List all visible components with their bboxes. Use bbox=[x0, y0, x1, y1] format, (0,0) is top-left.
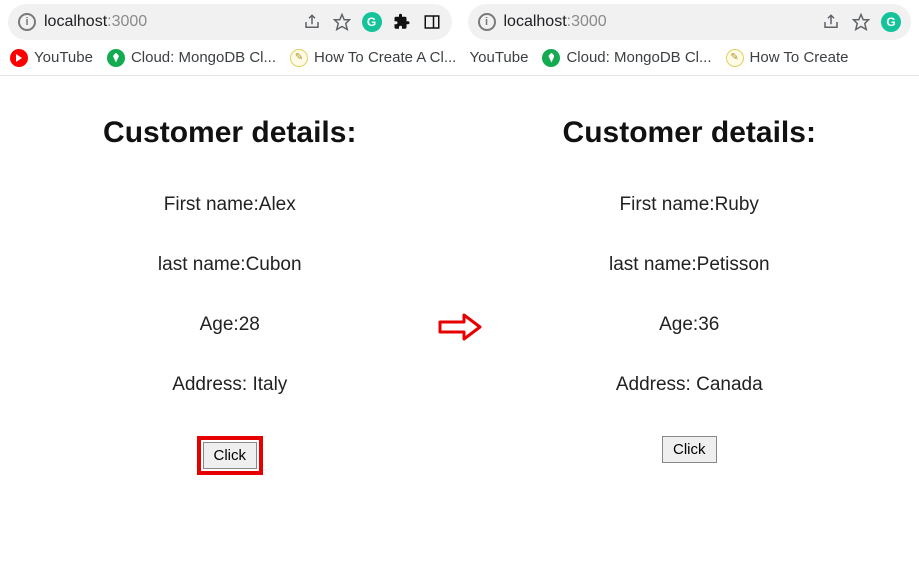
first-name-row: First name:Ruby bbox=[470, 194, 910, 216]
howto-icon bbox=[726, 49, 744, 67]
age-value: 36 bbox=[698, 314, 719, 335]
age-value: 28 bbox=[239, 314, 260, 335]
address-value: Canada bbox=[696, 374, 763, 395]
age-row: Age:28 bbox=[10, 314, 450, 336]
age-label: Age: bbox=[659, 314, 698, 335]
bookmark-youtube[interactable]: YouTube bbox=[10, 49, 93, 67]
highlight-annotation: Click bbox=[197, 436, 264, 475]
bookmark-howto[interactable]: How To Create bbox=[726, 49, 849, 67]
url-port: :3000 bbox=[107, 13, 147, 30]
address-value: Italy bbox=[252, 374, 287, 395]
toolbar-icons: G bbox=[821, 12, 901, 32]
site-info-icon[interactable]: i bbox=[18, 13, 36, 31]
mongodb-icon bbox=[542, 49, 560, 67]
click-button[interactable]: Click bbox=[203, 442, 258, 469]
page-title: Customer details: bbox=[10, 116, 450, 150]
grammarly-icon[interactable]: G bbox=[362, 12, 382, 32]
click-button[interactable]: Click bbox=[662, 436, 717, 463]
share-icon[interactable] bbox=[821, 12, 841, 32]
last-name-value: Cubon bbox=[246, 254, 302, 275]
mongodb-icon bbox=[107, 49, 125, 67]
bookmark-label: YouTube bbox=[34, 49, 93, 66]
bookmarks-bar: YouTube Cloud: MongoDB Cl... How To Crea… bbox=[0, 40, 460, 76]
last-name-label: last name: bbox=[158, 254, 246, 275]
age-label: Age: bbox=[200, 314, 239, 335]
bookmark-label: Cloud: MongoDB Cl... bbox=[566, 49, 711, 66]
bookmark-label: Cloud: MongoDB Cl... bbox=[131, 49, 276, 66]
howto-icon bbox=[290, 49, 308, 67]
bookmark-mongodb[interactable]: Cloud: MongoDB Cl... bbox=[542, 49, 711, 67]
page-title: Customer details: bbox=[470, 116, 910, 150]
button-row: Click bbox=[470, 436, 910, 463]
bookmark-howto[interactable]: How To Create A Cl... bbox=[290, 49, 456, 67]
left-browser-pane: i localhost:3000 G YouTube Cloud: MongoD… bbox=[0, 0, 460, 485]
first-name-value: Alex bbox=[259, 194, 296, 215]
toolbar-icons: G bbox=[302, 12, 442, 32]
last-name-value: Petisson bbox=[697, 254, 770, 275]
last-name-row: last name:Cubon bbox=[10, 254, 450, 276]
share-icon[interactable] bbox=[302, 12, 322, 32]
star-icon[interactable] bbox=[851, 12, 871, 32]
last-name-label: last name: bbox=[609, 254, 697, 275]
page-content-right: Customer details: First name:Ruby last n… bbox=[460, 76, 919, 473]
address-label: Address: bbox=[616, 374, 696, 395]
address-label: Address: bbox=[172, 374, 252, 395]
age-row: Age:36 bbox=[470, 314, 910, 336]
arrow-annotation-icon bbox=[438, 312, 482, 347]
button-row: Click bbox=[10, 436, 450, 475]
bookmark-youtube[interactable]: YouTube bbox=[470, 49, 529, 66]
url-host: localhost bbox=[44, 13, 107, 30]
first-name-row: First name:Alex bbox=[10, 194, 450, 216]
bookmark-label: YouTube bbox=[470, 49, 529, 66]
bookmark-label: How To Create A Cl... bbox=[314, 49, 456, 66]
site-info-icon[interactable]: i bbox=[478, 13, 496, 31]
bookmark-mongodb[interactable]: Cloud: MongoDB Cl... bbox=[107, 49, 276, 67]
page-content-left: Customer details: First name:Alex last n… bbox=[0, 76, 460, 485]
extensions-icon[interactable] bbox=[392, 12, 412, 32]
url-text: localhost:3000 bbox=[504, 13, 814, 31]
url-host: localhost bbox=[504, 13, 567, 30]
grammarly-icon[interactable]: G bbox=[881, 12, 901, 32]
star-icon[interactable] bbox=[332, 12, 352, 32]
first-name-value: Ruby bbox=[715, 194, 759, 215]
first-name-label: First name: bbox=[620, 194, 715, 215]
address-row: Address: Italy bbox=[10, 374, 450, 396]
right-browser-pane: i localhost:3000 G YouTube Cloud: MongoD… bbox=[460, 0, 919, 473]
url-port: :3000 bbox=[567, 13, 607, 30]
url-text: localhost:3000 bbox=[44, 13, 294, 31]
youtube-icon bbox=[10, 49, 28, 67]
address-bar[interactable]: i localhost:3000 G bbox=[8, 4, 452, 40]
bookmarks-bar: YouTube Cloud: MongoDB Cl... How To Crea… bbox=[460, 40, 919, 76]
address-bar[interactable]: i localhost:3000 G bbox=[468, 4, 912, 40]
last-name-row: last name:Petisson bbox=[470, 254, 910, 276]
address-row: Address: Canada bbox=[470, 374, 910, 396]
bookmark-label: How To Create bbox=[750, 49, 849, 66]
side-panel-icon[interactable] bbox=[422, 12, 442, 32]
first-name-label: First name: bbox=[164, 194, 259, 215]
